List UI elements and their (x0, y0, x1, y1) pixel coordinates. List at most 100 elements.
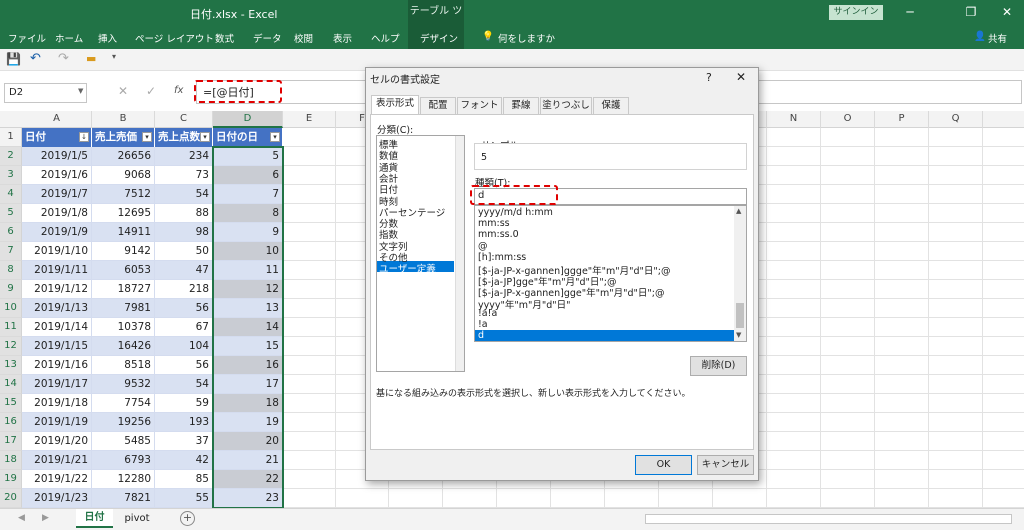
row-header[interactable]: 11 (0, 318, 22, 337)
next-sheet-icon[interactable]: ▶ (42, 513, 49, 523)
help-icon[interactable]: ? (706, 71, 712, 84)
table-cell[interactable]: 56 (155, 356, 213, 375)
tab-insert[interactable]: 挿入 (98, 31, 117, 45)
table-cell[interactable]: 7754 (92, 394, 155, 413)
table-cell[interactable]: 9142 (92, 242, 155, 261)
table-cell[interactable]: 2019/1/17 (22, 375, 92, 394)
table-cell[interactable]: 67 (155, 318, 213, 337)
enter-icon[interactable]: ✓ (146, 84, 156, 98)
row-header[interactable]: 7 (0, 242, 22, 261)
table-cell[interactable]: 2019/1/9 (22, 223, 92, 242)
row-header[interactable]: 16 (0, 413, 22, 432)
ok-button[interactable]: OK (635, 455, 692, 475)
type-scroll-thumb[interactable] (736, 303, 744, 328)
signin-button[interactable]: サインイン (829, 5, 883, 20)
tab-protection[interactable]: 保護 (593, 97, 629, 114)
type-item[interactable]: [h]:mm:ss (478, 252, 526, 263)
sheet-tab-active[interactable]: 日付 (76, 509, 113, 528)
row-header[interactable]: 9 (0, 280, 22, 299)
tell-me-box[interactable]: 何をしますか (498, 31, 555, 45)
table-cell[interactable]: 2019/1/12 (22, 280, 92, 299)
row-header[interactable]: 18 (0, 451, 22, 470)
table-cell[interactable]: 10378 (92, 318, 155, 337)
table-cell[interactable]: 47 (155, 261, 213, 280)
minimize-icon[interactable]: ─ (893, 0, 927, 26)
type-item[interactable]: !a (478, 319, 488, 330)
row-header[interactable]: 10 (0, 299, 22, 318)
row-header[interactable]: 19 (0, 470, 22, 489)
row-header[interactable]: 17 (0, 432, 22, 451)
table-cell[interactable]: 9068 (92, 166, 155, 185)
row-header[interactable]: 15 (0, 394, 22, 413)
table-cell[interactable]: 2019/1/19 (22, 413, 92, 432)
fx-icon[interactable]: fx (174, 85, 183, 96)
type-item[interactable]: yyyy/m/d h:mm (478, 207, 553, 218)
table-cell[interactable]: 7981 (92, 299, 155, 318)
scroll-up-icon[interactable]: ▲ (736, 207, 741, 215)
column-header[interactable]: O (821, 111, 875, 128)
dialog-close-icon[interactable]: ✕ (736, 70, 746, 84)
table-cell[interactable]: 50 (155, 242, 213, 261)
table-cell[interactable]: 9532 (92, 375, 155, 394)
row-header[interactable]: 12 (0, 337, 22, 356)
table-cell[interactable]: 2019/1/5 (22, 147, 92, 166)
table-cell[interactable]: 14911 (92, 223, 155, 242)
horizontal-scrollbar[interactable] (645, 514, 1012, 524)
tab-alignment[interactable]: 配置 (420, 97, 456, 114)
tab-review[interactable]: 校閲 (294, 31, 313, 45)
table-header-cell[interactable]: 売上点数 ▾ (155, 128, 213, 147)
tab-view[interactable]: 表示 (333, 31, 352, 45)
row-header[interactable]: 20 (0, 489, 22, 508)
tab-home[interactable]: ホーム (55, 31, 83, 45)
table-cell[interactable]: 2019/1/10 (22, 242, 92, 261)
row-header[interactable]: 13 (0, 356, 22, 375)
column-header[interactable]: A (22, 111, 92, 128)
table-cell[interactable]: 55 (155, 489, 213, 508)
table-cell[interactable]: 2019/1/21 (22, 451, 92, 470)
tab-data[interactable]: データ (253, 31, 282, 45)
tab-font[interactable]: フォント (457, 97, 502, 114)
type-item[interactable]: d (478, 330, 484, 341)
table-header-cell[interactable]: 日付 ↓ (22, 128, 92, 147)
table-cell[interactable]: 7821 (92, 489, 155, 508)
table-cell[interactable]: 6793 (92, 451, 155, 470)
table-cell[interactable]: 8518 (92, 356, 155, 375)
cancel-icon[interactable]: ✕ (118, 84, 128, 98)
table-cell[interactable]: 2019/1/20 (22, 432, 92, 451)
table-cell[interactable]: 16426 (92, 337, 155, 356)
filter-dropdown-icon[interactable]: ▾ (200, 132, 210, 142)
save-icon[interactable]: 💾 (6, 52, 21, 66)
table-cell[interactable]: 12280 (92, 470, 155, 489)
table-cell[interactable]: 104 (155, 337, 213, 356)
table-cell[interactable]: 2019/1/15 (22, 337, 92, 356)
restore-icon[interactable]: ❐ (954, 0, 988, 26)
undo-icon[interactable]: ↶ (30, 51, 41, 66)
table-cell[interactable]: 2019/1/18 (22, 394, 92, 413)
tab-help[interactable]: ヘルプ (371, 31, 400, 45)
tab-formulas[interactable]: 数式 (215, 31, 234, 45)
tab-page-layout[interactable]: ページ レイアウト (135, 31, 214, 45)
delete-button[interactable]: 削除(D) (690, 356, 747, 376)
column-header[interactable]: N (767, 111, 821, 128)
table-cell[interactable]: 7512 (92, 185, 155, 204)
column-header[interactable]: C (155, 111, 213, 128)
type-item[interactable]: !a!a (478, 308, 497, 319)
table-cell[interactable]: 73 (155, 166, 213, 185)
table-cell[interactable]: 85 (155, 470, 213, 489)
tab-number-format[interactable]: 表示形式 (371, 95, 419, 115)
row-header[interactable]: 8 (0, 261, 22, 280)
table-cell[interactable]: 2019/1/13 (22, 299, 92, 318)
table-cell[interactable]: 54 (155, 185, 213, 204)
column-header[interactable]: Q (929, 111, 983, 128)
row-header[interactable]: 3 (0, 166, 22, 185)
add-sheet-icon[interactable]: + (180, 511, 195, 526)
share-button[interactable]: 共有 (988, 31, 1007, 45)
column-header[interactable]: P (875, 111, 929, 128)
table-cell[interactable]: 2019/1/7 (22, 185, 92, 204)
table-cell[interactable]: 234 (155, 147, 213, 166)
filter-dropdown-icon[interactable]: ▾ (142, 132, 152, 142)
table-cell[interactable]: 2019/1/8 (22, 204, 92, 223)
cancel-button[interactable]: キャンセル (697, 455, 754, 475)
type-item[interactable]: @ (478, 241, 488, 252)
table-cell[interactable]: 59 (155, 394, 213, 413)
